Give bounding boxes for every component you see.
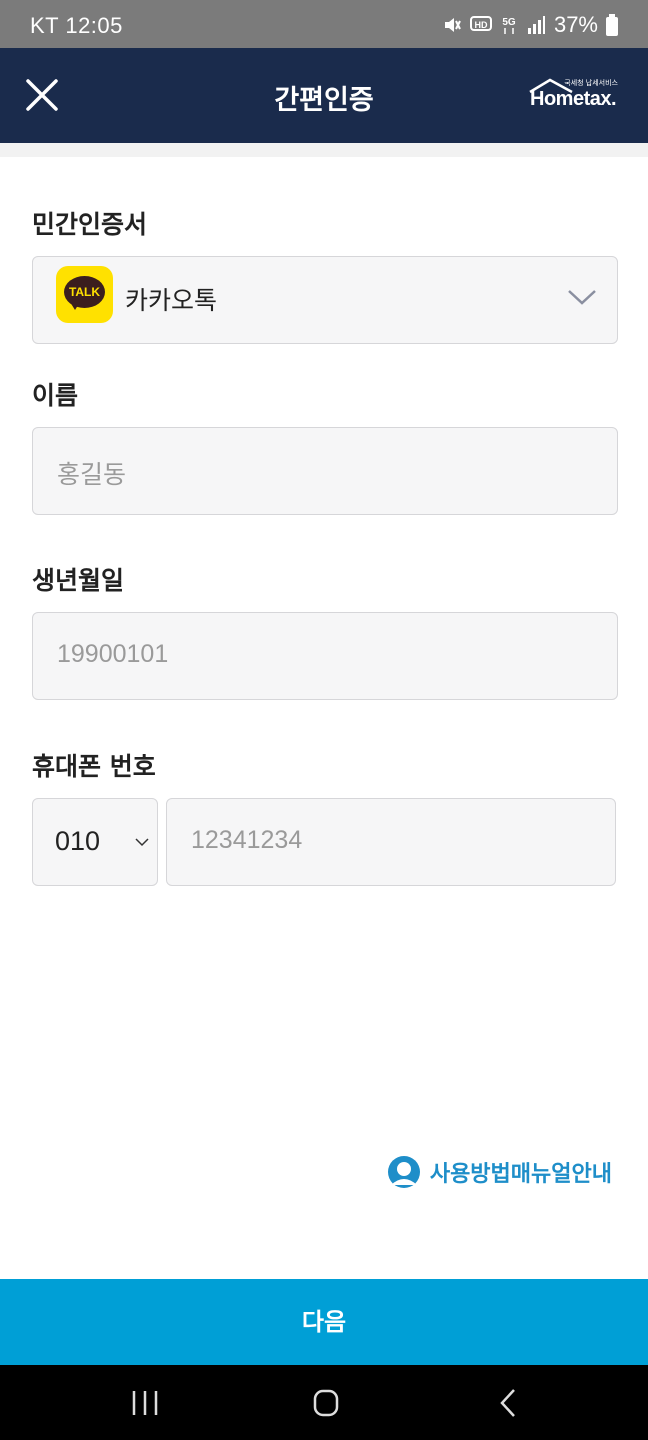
kakaotalk-icon: TALK xyxy=(56,266,113,323)
birth-label: 생년월일 xyxy=(32,566,125,595)
mute-icon xyxy=(444,18,461,32)
cert-provider-select[interactable]: TALK 카카오톡 xyxy=(32,256,618,344)
signal-icon xyxy=(527,16,545,34)
recent-apps-icon xyxy=(132,1391,158,1415)
svg-text:HD: HD xyxy=(474,20,487,30)
back-icon xyxy=(500,1389,515,1417)
logo-text: Hometax. xyxy=(530,88,617,110)
kakaotalk-icon-text: TALK xyxy=(68,285,101,299)
battery-percent: 37% xyxy=(553,12,598,37)
home-icon xyxy=(313,1389,339,1417)
status-icons: HD 5G 37% xyxy=(442,12,618,38)
phone-label: 휴대폰 번호 xyxy=(32,752,156,781)
cert-selected-value: 카카오톡 xyxy=(125,286,218,315)
name-placeholder: 홍길동 xyxy=(57,460,127,489)
phone-placeholder: 12341234 xyxy=(191,826,303,854)
header-divider xyxy=(0,143,648,157)
system-nav-bar xyxy=(0,1365,648,1440)
hometax-logo: 국세청 납세서비스 Hometax. xyxy=(528,78,620,118)
app-header: 간편인증 국세청 납세서비스 Hometax. xyxy=(0,48,648,143)
name-label: 이름 xyxy=(32,381,79,410)
home-button[interactable] xyxy=(306,1385,346,1421)
phone-prefix-select[interactable]: 010 xyxy=(32,798,158,886)
chevron-down-icon xyxy=(568,290,596,305)
hd-icon: HD xyxy=(469,16,492,31)
birth-date-field[interactable]: 19900101 xyxy=(32,612,618,700)
name-field[interactable]: 홍길동 xyxy=(32,427,618,515)
chevron-down-icon xyxy=(135,838,149,847)
user-guide-icon xyxy=(387,1156,420,1188)
recent-apps-button[interactable] xyxy=(125,1385,165,1421)
status-bar: KT 12:05 HD 5G 37% xyxy=(0,0,648,48)
logo-subtext: 국세청 납세서비스 xyxy=(564,79,618,87)
5g-icon: 5G xyxy=(502,17,516,34)
cert-label: 민간인증서 xyxy=(32,210,148,239)
next-button[interactable]: 다음 xyxy=(0,1279,648,1365)
phone-prefix-value: 010 xyxy=(55,826,101,856)
battery-icon xyxy=(606,14,618,36)
manual-guide-text: 사용방법매뉴얼안내 xyxy=(429,1162,612,1187)
phone-number-field[interactable]: 12341234 xyxy=(166,798,616,886)
carrier-time: KT 12:05 xyxy=(30,13,123,38)
back-button[interactable] xyxy=(488,1385,528,1421)
svg-text:5G: 5G xyxy=(502,17,516,28)
manual-guide-link[interactable]: 사용방법매뉴얼안내 xyxy=(386,1155,612,1189)
birth-placeholder: 19900101 xyxy=(57,640,169,668)
